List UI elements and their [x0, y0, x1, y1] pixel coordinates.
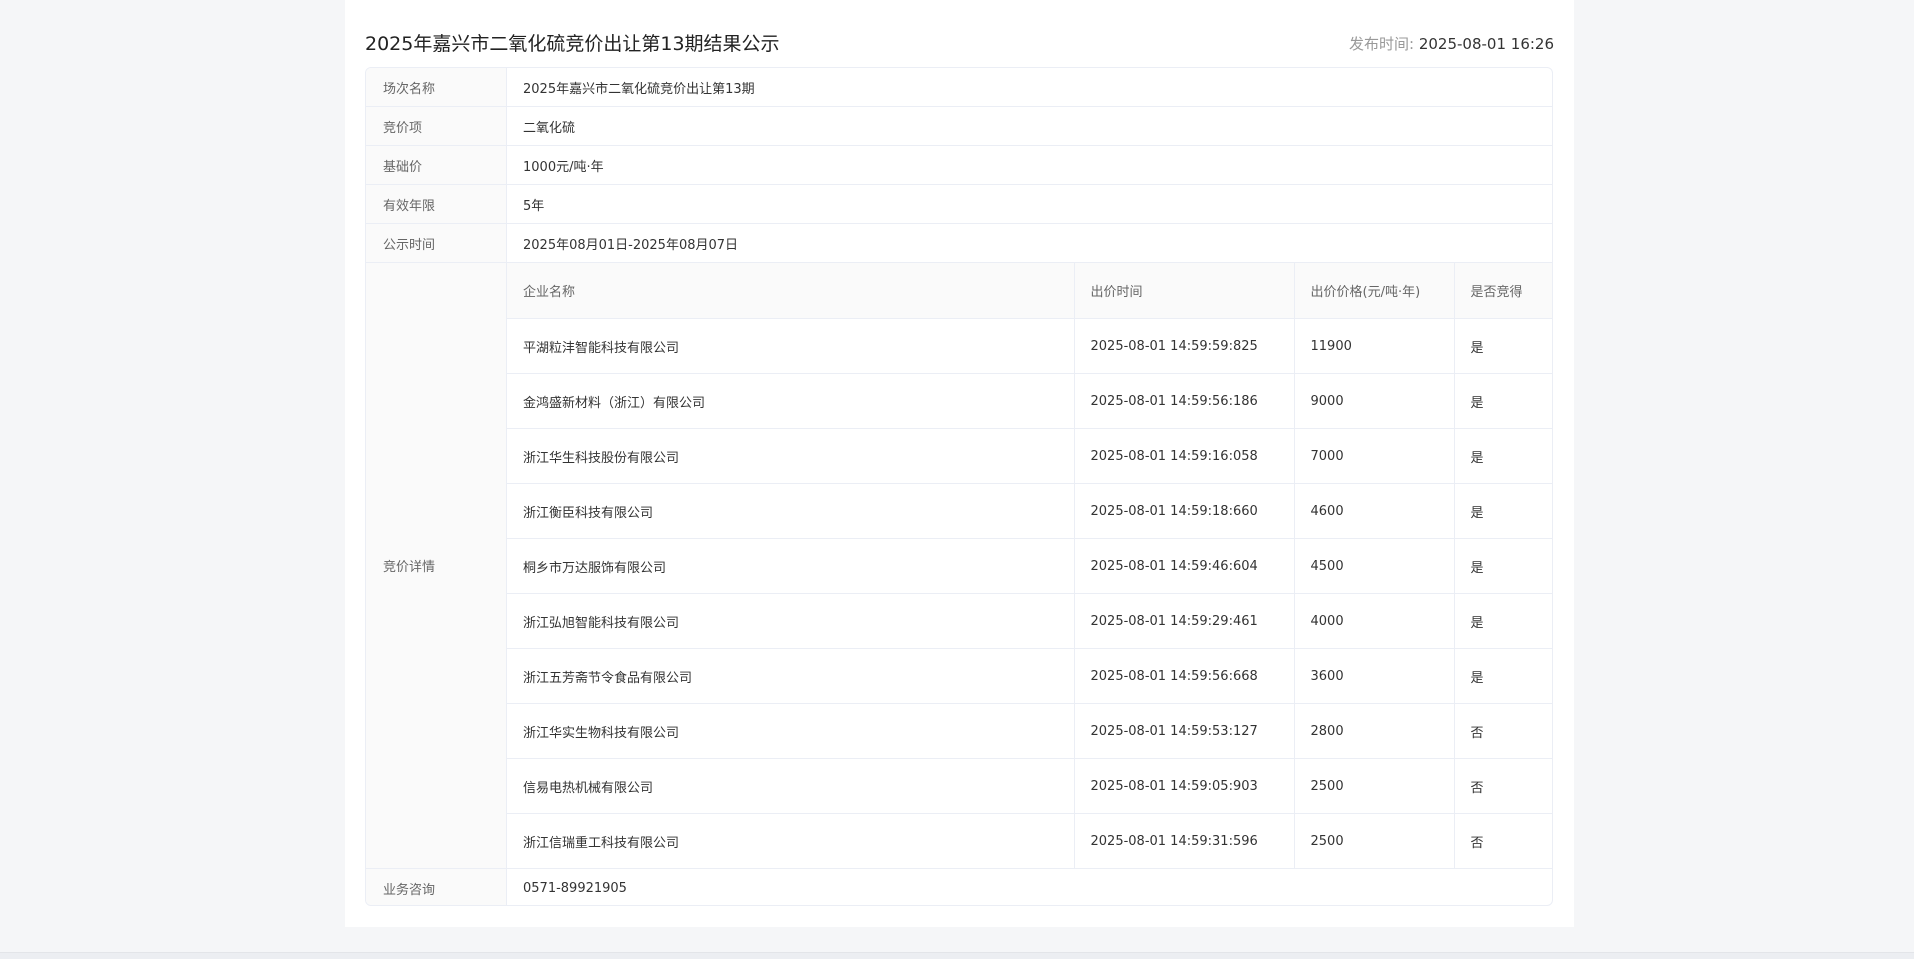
table-row: 平湖粒沣智能科技有限公司 2025-08-01 14:59:59:825 119… [507, 318, 1552, 374]
validity-value: 5年 [523, 198, 545, 214]
won-status: 是 [1454, 648, 1552, 704]
bid-price: 9000 [1294, 373, 1455, 429]
info-row-consult: 业务咨询 0571-89921905 [366, 869, 1552, 905]
notice-period-label: 公示时间 [366, 224, 507, 262]
company-name: 平湖粒沣智能科技有限公司 [507, 318, 1075, 374]
consult-label: 业务咨询 [366, 869, 507, 905]
bid-table-header: 企业名称 出价时间 出价价格(元/吨·年) 是否竞得 [507, 263, 1552, 319]
table-row: 桐乡市万达服饰有限公司 2025-08-01 14:59:46:604 4500… [507, 538, 1552, 594]
company-name: 桐乡市万达服饰有限公司 [507, 538, 1075, 594]
bid-price: 4000 [1294, 593, 1455, 649]
table-row: 浙江华实生物科技有限公司 2025-08-01 14:59:53:127 280… [507, 703, 1552, 759]
bid-price: 2800 [1294, 703, 1455, 759]
company-name: 信易电热机械有限公司 [507, 758, 1075, 814]
info-row-validity: 有效年限 5年 [366, 185, 1552, 224]
item-value: 二氧化硫 [523, 120, 576, 136]
company-name: 浙江五芳斋节令食品有限公司 [507, 648, 1075, 704]
won-status: 是 [1454, 483, 1552, 539]
table-row: 浙江华生科技股份有限公司 2025-08-01 14:59:16:058 700… [507, 428, 1552, 484]
bid-details-value: 企业名称 出价时间 出价价格(元/吨·年) 是否竞得 平湖粒沣智能科技有限公司 … [507, 263, 1552, 869]
publish-time-value: 2025-08-01 16:26 [1418, 35, 1554, 53]
page-title: 2025年嘉兴市二氧化硫竞价出让第13期结果公示 [365, 33, 780, 55]
bid-price: 2500 [1294, 758, 1455, 814]
column-header-bid-time: 出价时间 [1074, 263, 1295, 319]
column-header-bid-price: 出价价格(元/吨·年) [1294, 263, 1455, 319]
bid-price: 2500 [1294, 813, 1455, 869]
consult-phone: 0571-89921905 [523, 881, 627, 896]
company-name: 浙江弘旭智能科技有限公司 [507, 593, 1075, 649]
bid-time: 2025-08-01 14:59:46:604 [1074, 538, 1295, 594]
bid-time: 2025-08-01 14:59:56:668 [1074, 648, 1295, 704]
bid-price: 7000 [1294, 428, 1455, 484]
table-row: 金鸿盛新材料（浙江）有限公司 2025-08-01 14:59:56:186 9… [507, 373, 1552, 429]
info-row-bid-details: 竞价详情 企业名称 出价时间 出价价格(元/吨·年) 是否竞得 平湖粒沣智能科技… [366, 263, 1552, 869]
bid-time: 2025-08-01 14:59:05:903 [1074, 758, 1295, 814]
session-label: 场次名称 [366, 68, 507, 106]
won-status: 否 [1454, 703, 1552, 759]
won-status: 是 [1454, 373, 1552, 429]
bid-price: 4500 [1294, 538, 1455, 594]
info-row-notice-period: 公示时间 2025年08月01日-2025年08月07日 [366, 224, 1552, 263]
validity-label: 有效年限 [366, 185, 507, 223]
won-status: 是 [1454, 428, 1552, 484]
bid-price: 4600 [1294, 483, 1455, 539]
table-row: 信易电热机械有限公司 2025-08-01 14:59:05:903 2500 … [507, 758, 1552, 814]
bid-time: 2025-08-01 14:59:59:825 [1074, 318, 1295, 374]
bid-time: 2025-08-01 14:59:31:596 [1074, 813, 1295, 869]
column-header-company: 企业名称 [507, 263, 1075, 319]
table-row: 浙江衡臣科技有限公司 2025-08-01 14:59:18:660 4600 … [507, 483, 1552, 539]
item-label: 竞价项 [366, 107, 507, 145]
company-name: 金鸿盛新材料（浙江）有限公司 [507, 373, 1075, 429]
won-status: 否 [1454, 758, 1552, 814]
notice-period-value: 2025年08月01日-2025年08月07日 [523, 237, 739, 253]
result-notice-panel: 2025年嘉兴市二氧化硫竞价出让第13期结果公示 发布时间: 2025-08-0… [345, 0, 1574, 927]
info-table: 场次名称 2025年嘉兴市二氧化硫竞价出让第13期 竞价项 二氧化硫 基础价 1… [365, 67, 1553, 906]
won-status: 是 [1454, 593, 1552, 649]
bid-time: 2025-08-01 14:59:16:058 [1074, 428, 1295, 484]
company-name: 浙江华生科技股份有限公司 [507, 428, 1075, 484]
bid-time: 2025-08-01 14:59:53:127 [1074, 703, 1295, 759]
won-status: 否 [1454, 813, 1552, 869]
bid-details-table: 企业名称 出价时间 出价价格(元/吨·年) 是否竞得 平湖粒沣智能科技有限公司 … [507, 263, 1552, 869]
bid-time: 2025-08-01 14:59:56:186 [1074, 373, 1295, 429]
base-price-value: 1000元/吨·年 [523, 159, 604, 175]
column-header-won: 是否竞得 [1454, 263, 1552, 319]
company-name: 浙江衡臣科技有限公司 [507, 483, 1075, 539]
bid-time: 2025-08-01 14:59:29:461 [1074, 593, 1295, 649]
session-value: 2025年嘉兴市二氧化硫竞价出让第13期 [523, 81, 755, 97]
bid-details-label: 竞价详情 [366, 263, 507, 868]
info-row-item: 竞价项 二氧化硫 [366, 107, 1552, 146]
bid-price: 3600 [1294, 648, 1455, 704]
table-row: 浙江信瑞重工科技有限公司 2025-08-01 14:59:31:596 250… [507, 813, 1552, 869]
won-status: 是 [1454, 538, 1552, 594]
publish-time-label: 发布时间: [1348, 35, 1415, 53]
won-status: 是 [1454, 318, 1552, 374]
table-row: 浙江五芳斋节令食品有限公司 2025-08-01 14:59:56:668 36… [507, 648, 1552, 704]
table-row: 浙江弘旭智能科技有限公司 2025-08-01 14:59:29:461 400… [507, 593, 1552, 649]
info-row-session: 场次名称 2025年嘉兴市二氧化硫竞价出让第13期 [366, 68, 1552, 107]
bid-price: 11900 [1294, 318, 1455, 374]
company-name: 浙江信瑞重工科技有限公司 [507, 813, 1075, 869]
bid-time: 2025-08-01 14:59:18:660 [1074, 483, 1295, 539]
company-name: 浙江华实生物科技有限公司 [507, 703, 1075, 759]
publish-time: 发布时间: 2025-08-01 16:26 [1349, 33, 1554, 54]
base-price-label: 基础价 [366, 146, 507, 184]
info-row-base-price: 基础价 1000元/吨·年 [366, 146, 1552, 185]
